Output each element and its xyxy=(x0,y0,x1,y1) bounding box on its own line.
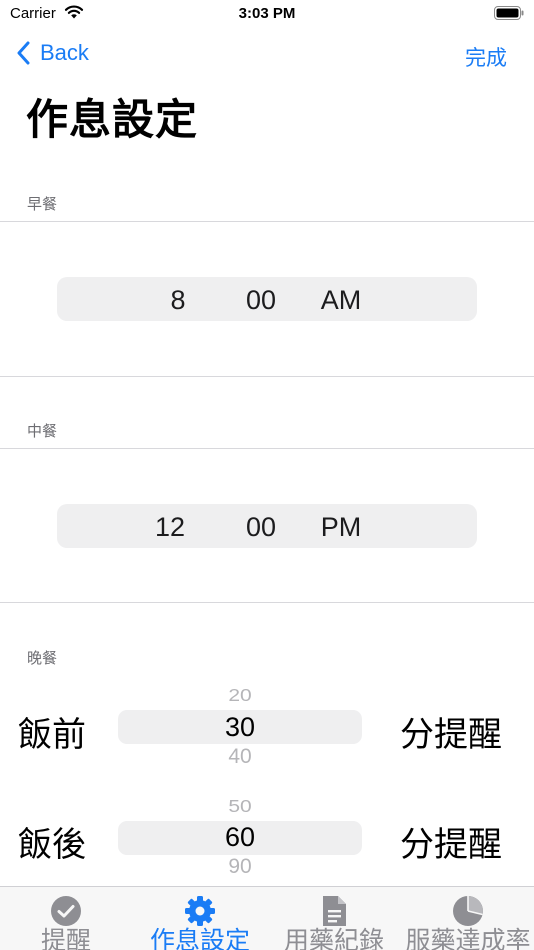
tab-reminder-label: 提醒 xyxy=(40,927,91,950)
breakfast-section-label: 早餐 xyxy=(27,196,58,213)
tab-schedule-settings[interactable]: 作息設定 xyxy=(146,887,254,950)
breakfast-hour[interactable]: 8 xyxy=(133,285,223,316)
dinner-section-label: 晚餐 xyxy=(27,650,58,667)
battery-icon xyxy=(494,6,524,20)
tab-medication-record[interactable]: 用藥紀錄 xyxy=(280,887,388,950)
lunch-minute[interactable]: 00 xyxy=(216,512,306,543)
after-meal-selected-value[interactable]: 60 xyxy=(118,822,362,853)
divider xyxy=(0,376,534,377)
tab-medication-record-label: 用藥紀錄 xyxy=(283,927,384,950)
tab-reminder[interactable]: 提醒 xyxy=(18,887,114,950)
navigation-bar: Back 完成 xyxy=(0,36,534,76)
tab-schedule-settings-label: 作息設定 xyxy=(149,927,250,950)
lunch-hour[interactable]: 12 xyxy=(125,512,215,543)
before-meal-selected-value[interactable]: 30 xyxy=(118,712,362,743)
status-bar: Carrier 3:03 PM xyxy=(0,0,534,30)
lunch-section-label: 中餐 xyxy=(27,423,58,440)
after-meal-option-below[interactable]: 90 xyxy=(118,855,362,879)
status-time: 3:03 PM xyxy=(238,5,296,22)
after-meal-option-above[interactable]: 50 xyxy=(118,797,362,817)
lunch-period[interactable]: PM xyxy=(296,512,386,543)
before-meal-option-above[interactable]: 20 xyxy=(118,686,362,706)
before-meal-option-below[interactable]: 40 xyxy=(118,745,362,769)
after-meal-suffix-label: 分提醒 xyxy=(400,826,502,864)
back-button[interactable]: Back xyxy=(16,40,89,66)
chevron-left-icon xyxy=(17,41,30,65)
after-meal-label: 飯後 xyxy=(18,826,86,864)
back-label: Back xyxy=(40,40,89,65)
before-meal-suffix-label: 分提醒 xyxy=(400,716,502,754)
done-button[interactable]: 完成 xyxy=(465,42,507,72)
divider xyxy=(0,602,534,603)
tab-adherence-rate[interactable]: 服藥達成率 xyxy=(402,887,534,950)
breakfast-minute[interactable]: 00 xyxy=(216,285,306,316)
lunch-time-picker[interactable]: 12 00 PM xyxy=(57,504,477,548)
page-title: 作息設定 xyxy=(26,96,199,143)
breakfast-period[interactable]: AM xyxy=(296,285,386,316)
divider xyxy=(0,448,534,449)
breakfast-time-picker[interactable]: 8 00 AM xyxy=(57,277,477,321)
divider xyxy=(0,221,534,222)
before-meal-label: 飯前 xyxy=(18,716,86,754)
tab-adherence-rate-label: 服藥達成率 xyxy=(405,927,531,950)
tab-bar: 提醒 作息設定 用藥紀錄 服藥達成率 xyxy=(0,886,534,950)
